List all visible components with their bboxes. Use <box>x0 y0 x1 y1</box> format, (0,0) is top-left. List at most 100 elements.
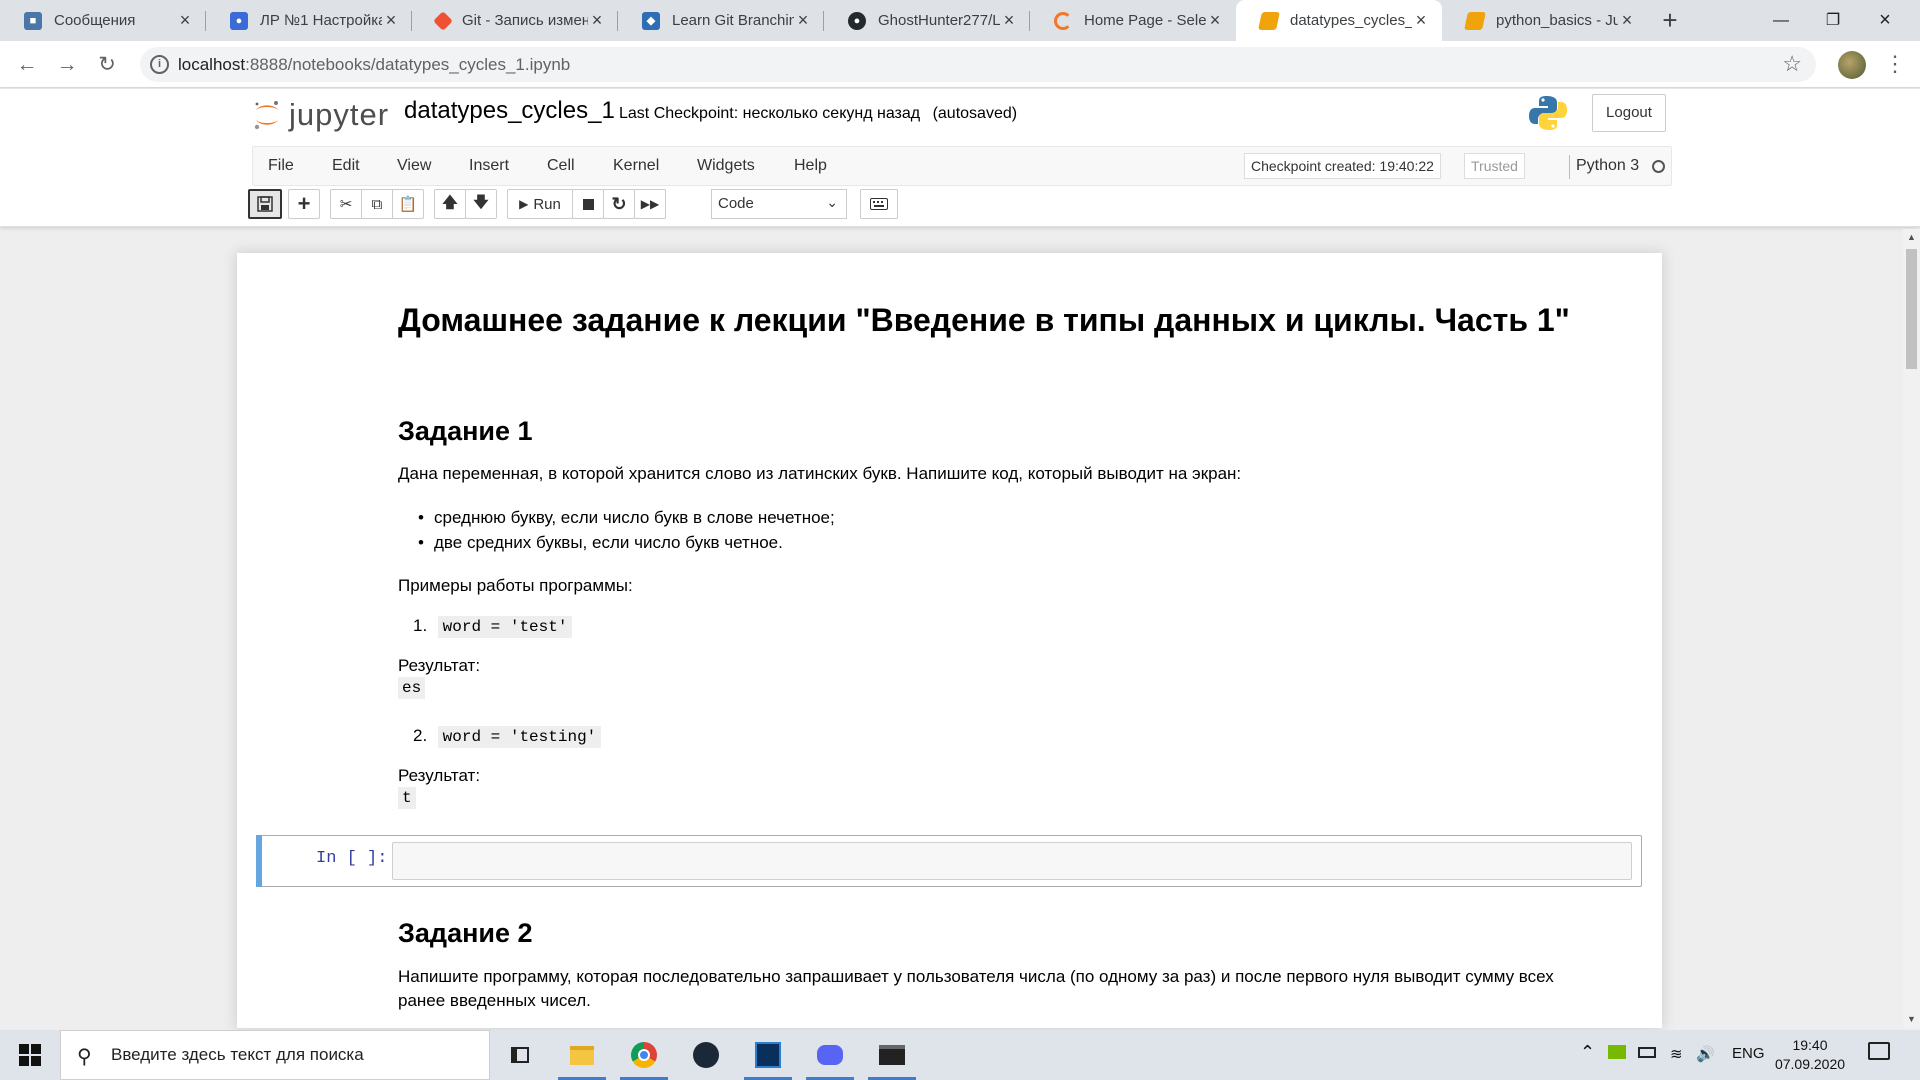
chevron-down-icon: ⌄ <box>826 194 838 210</box>
command-palette-button[interactable] <box>860 189 898 219</box>
paste-button[interactable]: 📋 <box>392 189 424 219</box>
kernel-idle-icon <box>1652 160 1665 173</box>
url-text[interactable]: localhost:8888/notebooks/datatypes_cycle… <box>178 55 570 75</box>
trusted-indicator[interactable]: Trusted <box>1464 153 1525 179</box>
tab-label: ЛР №1 Настройка <box>260 12 382 29</box>
restart-button[interactable]: ↻ <box>603 189 635 219</box>
restore-button[interactable]: ❐ <box>1810 0 1856 41</box>
browser-tab-github[interactable]: ● GhostHunter277/L × <box>824 0 1030 41</box>
close-icon[interactable]: × <box>1206 10 1224 31</box>
browser-tab-learngit[interactable]: ◆ Learn Git Branchin × <box>618 0 824 41</box>
url-host: localhost <box>178 55 246 74</box>
reload-button[interactable]: ↻ <box>92 50 122 80</box>
chevron-up-icon[interactable]: ⌃ <box>1580 1042 1595 1063</box>
tab-label: Git - Запись измен <box>462 12 588 29</box>
discord-icon <box>817 1045 843 1065</box>
close-icon[interactable]: × <box>382 10 400 31</box>
checkpoint-label: Last Checkpoint: <box>619 105 739 122</box>
browser-tab-datatypes[interactable]: datatypes_cycles_1 × <box>1236 0 1442 41</box>
scroll-up-icon[interactable]: ▲ <box>1903 229 1920 246</box>
window-close-button[interactable]: × <box>1862 0 1908 41</box>
copy-icon: ⧉ <box>371 195 383 213</box>
example-number: 1. <box>413 616 428 635</box>
browser-tab-git[interactable]: Git - Запись измен × <box>412 0 618 41</box>
steam-button[interactable] <box>678 1030 734 1080</box>
save-icon <box>257 196 273 212</box>
nvidia-icon[interactable] <box>1608 1045 1626 1063</box>
site-info-icon[interactable]: i <box>150 55 169 74</box>
menu-edit[interactable]: Edit <box>332 157 360 175</box>
result-code: es <box>398 677 426 699</box>
save-button[interactable] <box>248 189 282 219</box>
interrupt-button[interactable] <box>572 189 604 219</box>
browser-menu-icon[interactable]: ⋮ <box>1884 49 1906 79</box>
menu-kernel[interactable]: Kernel <box>613 157 659 175</box>
chrome-button[interactable] <box>616 1030 672 1080</box>
notebook-name[interactable]: datatypes_cycles_1 <box>404 97 615 125</box>
kernel-name[interactable]: Python 3 <box>1576 157 1639 175</box>
terminal-icon <box>879 1045 905 1065</box>
bookmark-star-icon[interactable]: ☆ <box>1782 51 1802 77</box>
logout-button[interactable]: Logout <box>1592 94 1666 132</box>
scrollbar-thumb[interactable] <box>1906 249 1917 369</box>
move-down-button[interactable]: 🡇 <box>465 189 497 219</box>
app-button[interactable] <box>740 1030 796 1080</box>
wifi-icon[interactable]: ≋ <box>1670 1045 1683 1063</box>
classroom-icon: ● <box>230 11 248 30</box>
close-icon[interactable]: × <box>1000 10 1018 31</box>
plus-icon: + <box>297 191 311 216</box>
back-button[interactable]: ← <box>12 50 42 80</box>
close-icon[interactable]: × <box>176 10 194 31</box>
checkpoint-time: несколько секунд назад <box>742 105 921 122</box>
insert-cell-button[interactable]: + <box>288 189 320 219</box>
page-scrollbar[interactable]: ▲ ▼ <box>1903 229 1920 1028</box>
code-input-area[interactable] <box>392 842 1632 880</box>
terminal-button[interactable] <box>864 1030 920 1080</box>
browser-tab-messages[interactable]: ■ Сообщения × <box>0 0 206 41</box>
task-view-button[interactable] <box>492 1030 548 1080</box>
cell-type-value: Code <box>718 195 754 212</box>
minimize-button[interactable]: — <box>1758 0 1804 41</box>
forward-button[interactable]: → <box>52 50 82 80</box>
close-icon[interactable]: × <box>1618 10 1636 31</box>
menu-view[interactable]: View <box>397 157 431 175</box>
system-clock[interactable]: 19:40 07.09.2020 <box>1765 1036 1855 1074</box>
menu-cell[interactable]: Cell <box>547 157 575 175</box>
language-indicator[interactable]: ENG <box>1732 1045 1765 1062</box>
file-explorer-button[interactable] <box>554 1030 610 1080</box>
clock-date: 07.09.2020 <box>1774 1056 1846 1072</box>
scissors-icon: ✂ <box>339 196 353 213</box>
menu-widgets[interactable]: Widgets <box>697 157 755 175</box>
scroll-down-icon[interactable]: ▼ <box>1903 1011 1920 1028</box>
close-icon[interactable]: × <box>1412 10 1430 31</box>
new-tab-button[interactable]: + <box>1655 6 1685 36</box>
cut-button[interactable]: ✂ <box>330 189 362 219</box>
jupyter-logo[interactable]: jupyter <box>252 95 389 135</box>
start-button[interactable] <box>0 1030 60 1080</box>
browser-tab-lab1[interactable]: ● ЛР №1 Настройка × <box>206 0 412 41</box>
menu-file[interactable]: File <box>268 157 294 175</box>
menu-insert[interactable]: Insert <box>469 157 509 175</box>
browser-tab-home[interactable]: Home Page - Selec × <box>1030 0 1236 41</box>
notification-center-icon[interactable] <box>1868 1042 1894 1066</box>
taskbar-search[interactable]: ⚲ Введите здесь текст для поиска <box>60 1030 490 1080</box>
discord-button[interactable] <box>802 1030 858 1080</box>
code-cell-selected[interactable]: In [ ]: <box>256 835 1642 887</box>
profile-avatar[interactable] <box>1838 51 1866 79</box>
tab-label: Learn Git Branchin <box>672 12 794 29</box>
restart-run-all-button[interactable]: ▶▶ <box>634 189 666 219</box>
battery-icon[interactable] <box>1638 1045 1656 1062</box>
menu-help[interactable]: Help <box>794 157 827 175</box>
example-code: word = 'test' <box>437 616 573 638</box>
close-icon[interactable]: × <box>588 10 606 31</box>
tab-label: python_basics - Ju <box>1496 12 1618 29</box>
close-icon[interactable]: × <box>794 10 812 31</box>
copy-button[interactable]: ⧉ <box>361 189 393 219</box>
url-omnibox[interactable]: i localhost:8888/notebooks/datatypes_cyc… <box>140 47 1816 82</box>
volume-icon[interactable]: 🔊 <box>1696 1045 1715 1063</box>
run-button[interactable]: ▶​ Run <box>507 189 573 219</box>
browser-tab-python-basics[interactable]: python_basics - Ju × <box>1442 0 1648 41</box>
move-up-button[interactable]: 🡅 <box>434 189 466 219</box>
tab-label: GhostHunter277/L <box>878 12 1000 29</box>
cell-type-select[interactable]: Code ⌄ <box>711 189 847 219</box>
